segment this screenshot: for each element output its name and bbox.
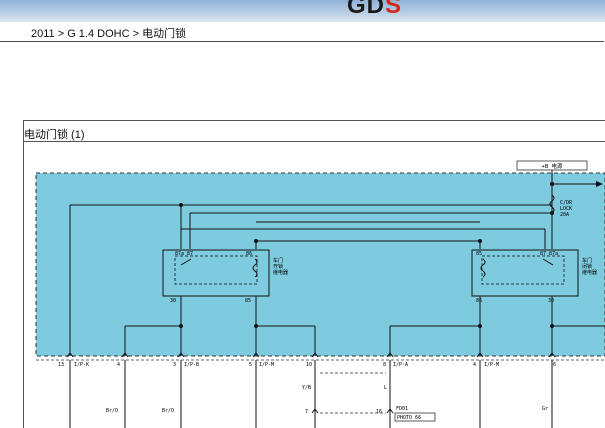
wiring-diagram: +B 电源 C/DR LOCK 20A 87a 87 86 30 85 车门 开… [35, 160, 605, 428]
svg-text:继电器: 继电器 [273, 269, 288, 276]
svg-text:I/P-M: I/P-M [259, 362, 274, 368]
svg-text:86: 86 [246, 251, 252, 257]
svg-text:30: 30 [170, 298, 176, 304]
svg-text:16: 16 [376, 409, 382, 415]
svg-text:85: 85 [476, 251, 482, 257]
svg-text:车门: 车门 [273, 257, 283, 264]
svg-text:I/P-A: I/P-A [393, 362, 408, 368]
svg-text:13: 13 [58, 362, 64, 368]
photo-ref-label[interactable]: PHOTO 66 [397, 415, 421, 421]
svg-text:I/P-B: I/P-B [184, 362, 199, 368]
junction-box-area [35, 172, 605, 357]
svg-text:86: 86 [476, 298, 482, 304]
svg-text:Br/O: Br/O [106, 408, 118, 414]
svg-text:30: 30 [548, 298, 554, 304]
svg-text:5: 5 [249, 362, 252, 368]
svg-text:4: 4 [117, 362, 120, 368]
svg-text:87a 87: 87a 87 [175, 251, 193, 257]
svg-text:4: 4 [473, 362, 476, 368]
svg-text:继电器: 继电器 [582, 269, 597, 276]
svg-text:FD01: FD01 [396, 406, 408, 412]
svg-text:7: 7 [305, 409, 308, 415]
svg-text:I/P-K: I/P-K [74, 362, 89, 368]
svg-text:Y/B: Y/B [302, 385, 311, 391]
svg-text:车门: 车门 [582, 257, 592, 264]
svg-text:85: 85 [245, 298, 251, 304]
fuse-label-3: 20A [560, 212, 569, 218]
svg-text:3: 3 [173, 362, 176, 368]
svg-text:10: 10 [306, 362, 312, 368]
svg-text:8: 8 [383, 362, 386, 368]
svg-text:Gr: Gr [542, 406, 548, 412]
svg-text:L: L [384, 385, 387, 391]
svg-text:6: 6 [553, 362, 556, 368]
svg-text:Br/O: Br/O [162, 408, 174, 414]
svg-text:I/P-M: I/P-M [484, 362, 499, 368]
svg-text:开锁: 开锁 [273, 263, 283, 270]
power-label: +B 电源 [542, 162, 563, 170]
svg-text:闭锁: 闭锁 [582, 263, 592, 270]
svg-text:87 87a: 87 87a [540, 251, 558, 257]
